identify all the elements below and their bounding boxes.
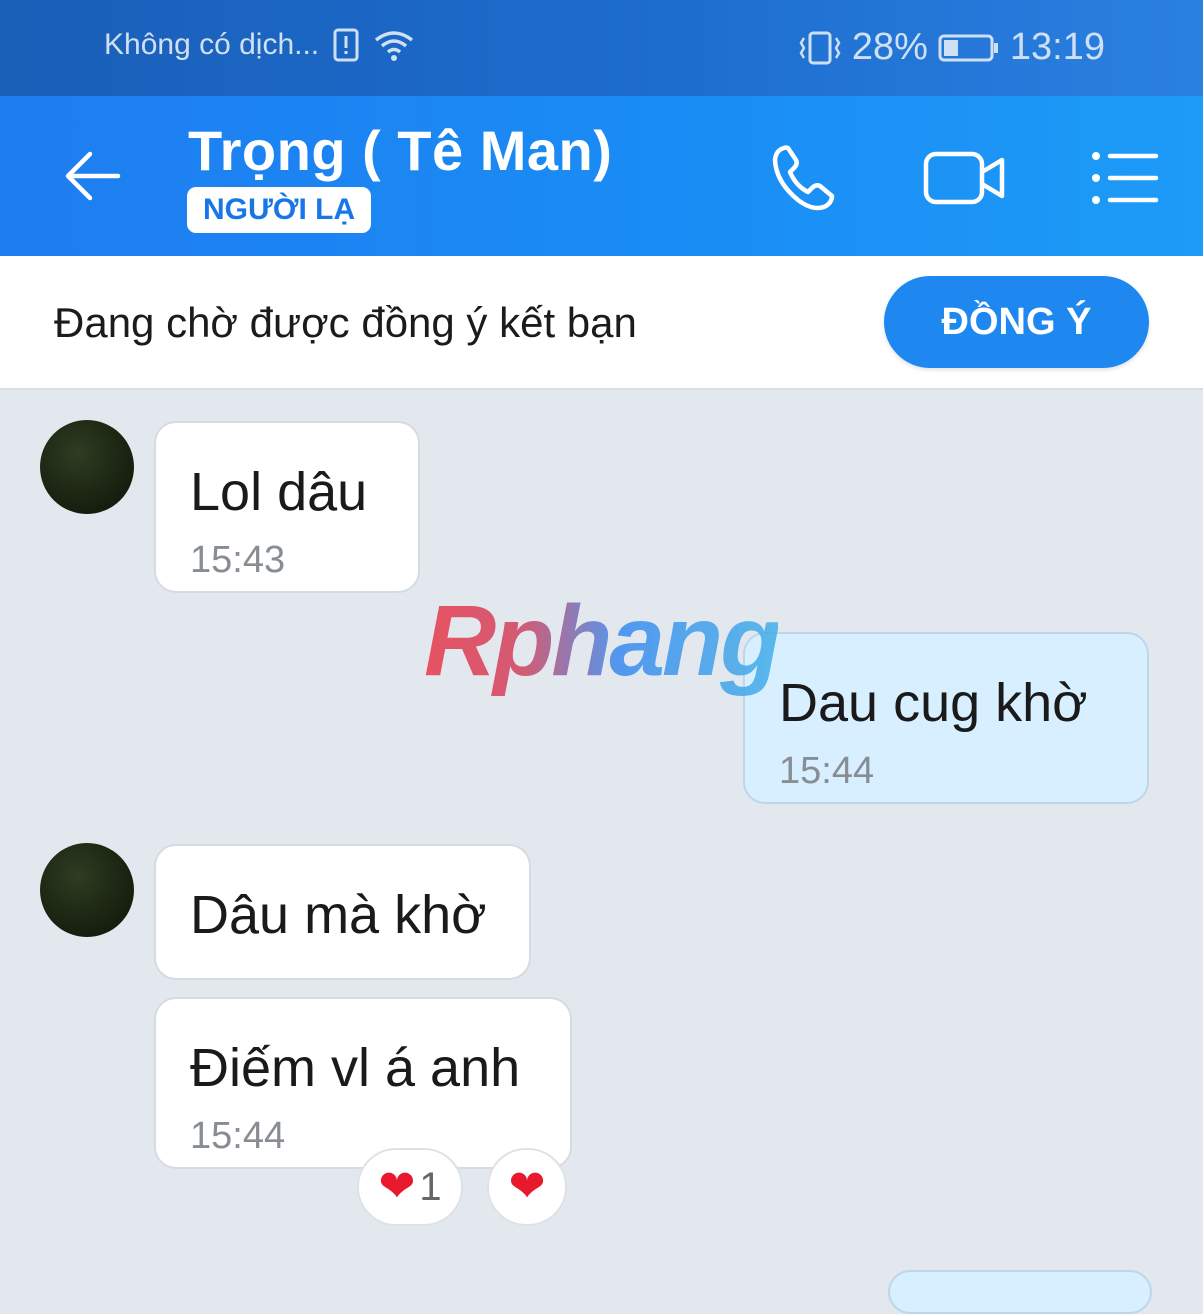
network-status-text: Không có dịch...: [104, 28, 320, 61]
status-left: Không có dịch...: [104, 28, 415, 62]
heart-icon: ❤: [378, 1162, 416, 1211]
phone-call-icon[interactable]: [766, 140, 842, 216]
battery-icon: [938, 33, 1000, 63]
my-message-bubble[interactable]: Dau cug khờ 15:44: [743, 632, 1149, 804]
message-bubble[interactable]: Lol dâu 15:43: [154, 421, 420, 593]
sim-alert-icon: [333, 28, 359, 62]
watermark-logo: Rphang: [424, 585, 781, 697]
battery-percent: 28%: [851, 26, 928, 68]
pending-request-text: Đang chờ được đồng ý kết bạn: [54, 299, 637, 346]
message-text: Lol dâu: [190, 462, 368, 522]
contact-name[interactable]: Trọng ( Tê Man): [188, 118, 612, 183]
wifi-icon: [373, 28, 415, 62]
clock: 13:19: [1009, 26, 1105, 68]
reaction-count-badge[interactable]: ❤ 1: [357, 1148, 463, 1226]
message-bubble[interactable]: Điếm vl á anh 15:44: [154, 997, 572, 1169]
friend-request-bar: Đang chờ được đồng ý kết bạn ĐỒNG Ý: [0, 256, 1203, 390]
menu-list-icon[interactable]: [1086, 140, 1162, 216]
reaction-count: 1: [419, 1164, 442, 1209]
message-text: Điếm vl á anh: [190, 1038, 521, 1098]
chat-header: Trọng ( Tê Man) NGƯỜI LẠ: [0, 96, 1203, 256]
message-time: 15:44: [190, 1115, 286, 1157]
message-text: Dâu mà khờ: [190, 885, 487, 945]
status-bar: Không có dịch... 28% 13:19: [0, 0, 1203, 96]
message-time: 15:44: [779, 750, 875, 792]
message-time: 15:43: [190, 539, 286, 581]
message-bubble[interactable]: Dâu mà khờ: [154, 844, 531, 980]
vibrate-icon: [798, 30, 842, 66]
stranger-badge: NGƯỜI LẠ: [187, 187, 372, 233]
accept-button[interactable]: ĐỒNG Ý: [884, 276, 1149, 368]
status-right: 28% 13:19: [798, 26, 1105, 69]
avatar[interactable]: [40, 420, 134, 514]
avatar[interactable]: [40, 843, 134, 937]
my-message-bubble-partial[interactable]: [888, 1270, 1152, 1314]
video-call-icon[interactable]: [922, 140, 1008, 216]
add-reaction-button[interactable]: ❤: [487, 1148, 567, 1226]
heart-icon: ❤: [508, 1162, 546, 1211]
message-text: Dau cug khờ: [779, 673, 1088, 733]
back-arrow-icon[interactable]: [60, 144, 124, 208]
